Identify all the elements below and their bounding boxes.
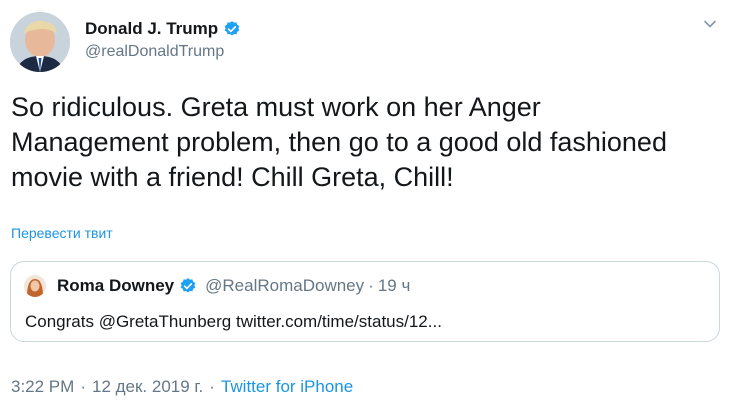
author-avatar-image [10,12,70,72]
quote-text: Congrats @GretaThunberg twitter.com/time… [25,312,442,331]
quote-display-name: Roma Downey [57,276,175,295]
quote-handle: @RealRomaDowney [205,276,365,295]
verified-badge-icon [223,20,241,38]
quote-header: Roma Downey @RealRomaDowney · 19 ч [57,276,410,296]
quote-separator: · [368,276,374,295]
tweet-footer: 3:22 PM · 12 дек. 2019 г. · Twitter for … [11,377,353,397]
quote-author-avatar [24,275,46,297]
tweet-time[interactable]: 3:22 PM [11,377,74,397]
footer-separator: · [209,377,215,396]
author-handle[interactable]: @realDonaldTrump [85,43,241,61]
quote-time: 19 ч [377,276,411,295]
author-display-name[interactable]: Donald J. Trump [85,19,218,39]
quoted-tweet[interactable]: Roma Downey @RealRomaDowney · 19 ч Congr… [10,261,720,342]
tweet-date[interactable]: 12 дек. 2019 г. [92,377,203,397]
chevron-down-icon[interactable] [702,16,718,32]
tweet-text: So ridiculous. Greta must work on her An… [11,92,667,192]
footer-separator: · [80,377,86,396]
translate-tweet-link[interactable]: Перевести твит [11,225,113,241]
author-avatar[interactable] [10,12,70,72]
verified-badge-icon [179,277,197,295]
tweet-source-link[interactable]: Twitter for iPhone [221,377,353,397]
author-name-row: Donald J. Trump [85,18,241,40]
author-info: Donald J. Trump @realDonaldTrump [85,18,241,61]
